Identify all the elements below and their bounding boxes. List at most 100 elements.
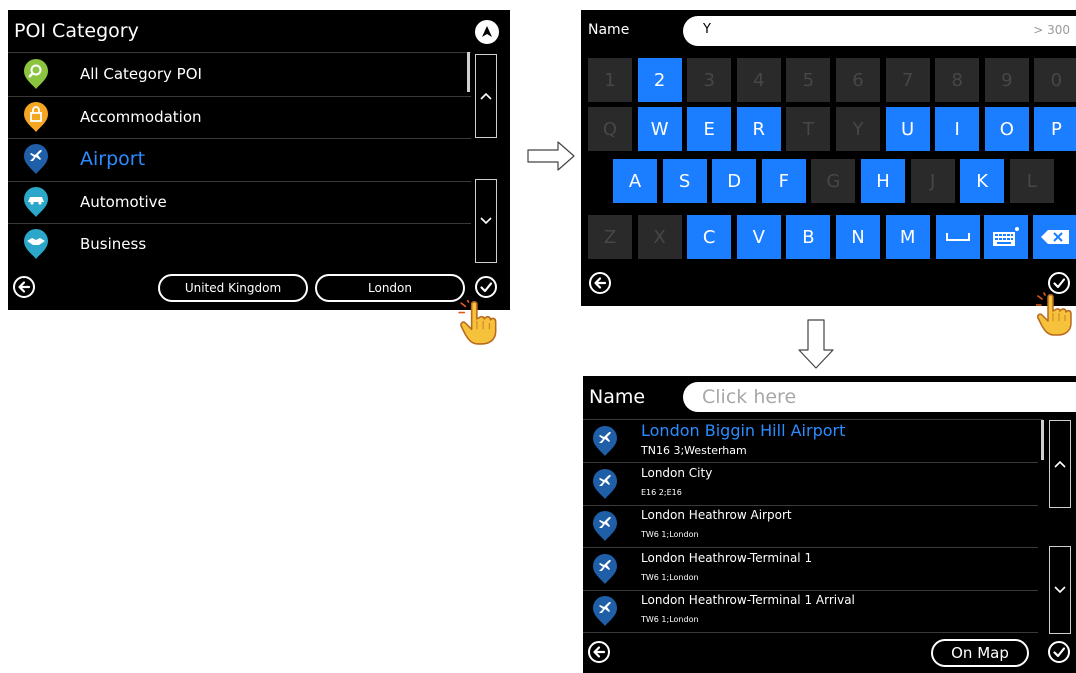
city-button[interactable]: London (315, 274, 465, 302)
back-button[interactable] (13, 276, 35, 298)
key-9[interactable]: 9 (984, 58, 1029, 102)
result-count: > 300 (1033, 23, 1070, 37)
key-g[interactable]: G (811, 159, 856, 203)
poi-category-panel: POI Category All Category POI Accommodati… (8, 10, 510, 310)
list-item-label: Airport (80, 148, 146, 171)
key-f[interactable]: F (761, 159, 806, 203)
airplane-pin-icon (591, 595, 619, 627)
key-e[interactable]: E (687, 107, 732, 151)
key-i[interactable]: I (935, 107, 980, 151)
key-c[interactable]: C (687, 215, 732, 259)
key-w[interactable]: W (637, 107, 682, 151)
confirm-button[interactable] (1048, 641, 1070, 663)
key-s[interactable]: S (662, 159, 707, 203)
result-item[interactable]: London Heathrow-Terminal 1 Arrival TW6 1;… (583, 590, 1038, 632)
result-item[interactable]: London Biggin Hill Airport TN16 3;Westerh… (583, 420, 1038, 462)
backspace-key[interactable] (1033, 215, 1076, 259)
list-item-label: Business (80, 235, 147, 254)
scrollbar-thumb[interactable] (1041, 420, 1044, 460)
chevron-up-icon (1053, 459, 1067, 469)
key-6[interactable]: 6 (836, 58, 880, 102)
result-item[interactable]: London Heathrow Airport TW6 1;London (583, 505, 1038, 547)
airplane-pin-icon (22, 143, 50, 175)
result-item[interactable]: London Heathrow-Terminal 1 TW6 1;London (583, 548, 1038, 590)
result-title: London Heathrow-Terminal 1 (641, 550, 813, 565)
list-item[interactable]: Accommodation (8, 96, 471, 138)
scroll-up-button[interactable] (1049, 420, 1071, 508)
result-title: London Heathrow Airport (641, 508, 792, 522)
checkmark-icon (479, 280, 493, 294)
list-item[interactable]: Automotive (8, 181, 471, 223)
page-title: POI Category (14, 20, 139, 42)
name-label: Name (589, 386, 646, 408)
key-p[interactable]: P (1034, 107, 1076, 151)
name-input-value: Y (703, 22, 711, 37)
result-title: London City (641, 465, 713, 480)
confirm-button[interactable] (475, 276, 497, 298)
pointing-hand-icon (1036, 292, 1076, 338)
list-item-label: All Category POI (80, 65, 202, 83)
key-n[interactable]: N (836, 215, 880, 259)
compass-button[interactable] (475, 20, 499, 44)
name-input-placeholder: Click here (702, 386, 797, 408)
scrollbar-thumb[interactable] (467, 52, 470, 92)
key-b[interactable]: B (786, 215, 831, 259)
scroll-down-button[interactable] (475, 179, 497, 263)
list-item[interactable]: All Category POI (8, 53, 471, 95)
name-input[interactable]: Y > 300 (683, 16, 1076, 46)
key-m[interactable]: M (885, 215, 930, 259)
back-arrow-icon (592, 645, 606, 659)
key-7[interactable]: 7 (885, 58, 930, 102)
back-button[interactable] (589, 272, 611, 294)
key-h[interactable]: H (861, 159, 905, 203)
result-item[interactable]: London City E16 2;E16 (583, 463, 1038, 505)
chevron-down-icon (1053, 585, 1067, 595)
key-o[interactable]: O (984, 107, 1029, 151)
search-results-panel: Name Click here London Biggin Hill Airpo… (583, 376, 1076, 673)
list-item[interactable]: Airport (8, 138, 471, 180)
key-8[interactable]: 8 (935, 58, 980, 102)
back-arrow-icon (17, 280, 31, 294)
key-y[interactable]: Y (836, 107, 880, 151)
backspace-icon (1041, 230, 1069, 244)
key-4[interactable]: 4 (736, 58, 781, 102)
key-x[interactable]: X (637, 215, 682, 259)
key-q[interactable]: Q (588, 107, 632, 151)
key-t[interactable]: T (786, 107, 831, 151)
space-bar-icon (946, 233, 970, 241)
scroll-up-button[interactable] (475, 54, 497, 138)
car-pin-icon (22, 186, 50, 218)
key-3[interactable]: 3 (687, 58, 732, 102)
scroll-down-button[interactable] (1049, 546, 1071, 634)
keyboard-switch-key[interactable] (984, 215, 1028, 259)
space-key[interactable] (936, 215, 980, 259)
name-label: Name (588, 22, 630, 38)
back-button[interactable] (588, 641, 610, 663)
key-j[interactable]: J (910, 159, 955, 203)
key-r[interactable]: R (736, 107, 781, 151)
list-item[interactable]: Business (8, 223, 471, 265)
confirm-button[interactable] (1048, 272, 1070, 294)
key-5[interactable]: 5 (786, 58, 831, 102)
on-map-button[interactable]: On Map (931, 639, 1029, 667)
key-d[interactable]: D (712, 159, 757, 203)
checkmark-icon (1052, 276, 1066, 290)
pointing-hand-icon (458, 300, 502, 346)
back-arrow-icon (593, 276, 607, 290)
key-z[interactable]: Z (588, 215, 632, 259)
country-button[interactable]: United Kingdom (158, 274, 308, 302)
flow-arrow-down-icon (798, 319, 834, 369)
lock-pin-icon (22, 101, 50, 133)
name-input[interactable]: Click here (683, 382, 1076, 412)
keyboard-panel: Name Y > 300 1234567890QWERTYUIOPASDFGHJ… (581, 10, 1076, 306)
key-a[interactable]: A (613, 159, 657, 203)
key-1[interactable]: 1 (588, 58, 632, 102)
result-address: TW6 1;London (641, 530, 699, 539)
key-k[interactable]: K (960, 159, 1005, 203)
key-2[interactable]: 2 (637, 58, 682, 102)
key-l[interactable]: L (1009, 159, 1054, 203)
key-0[interactable]: 0 (1034, 58, 1076, 102)
key-v[interactable]: V (736, 215, 781, 259)
airplane-pin-icon (591, 510, 619, 542)
key-u[interactable]: U (885, 107, 930, 151)
